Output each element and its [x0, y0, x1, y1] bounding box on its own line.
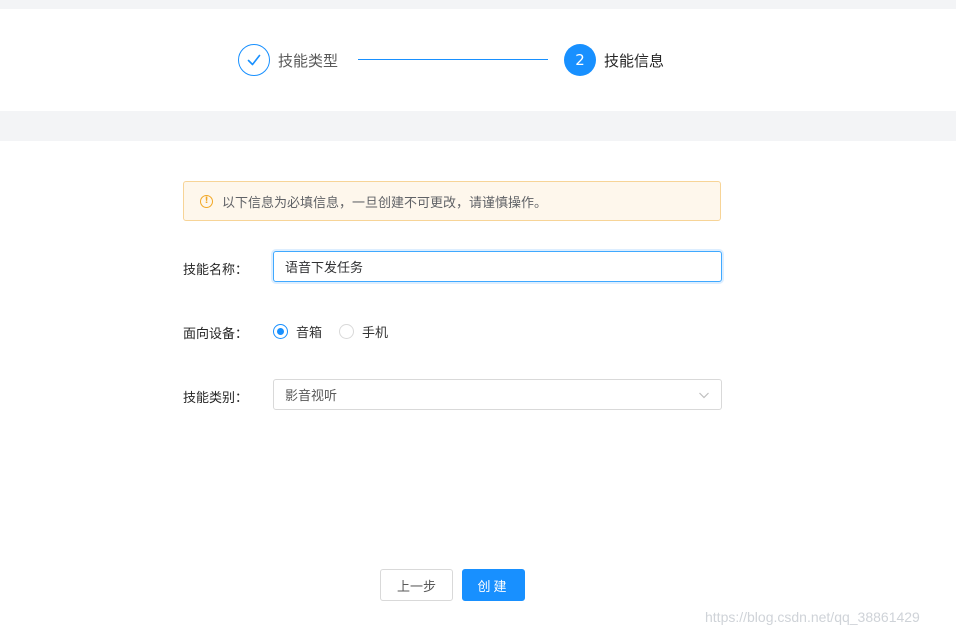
- radio-label: 手机: [362, 326, 389, 341]
- step-skill-info: 2 技能信息: [564, 44, 664, 76]
- skill-name-label: 技能名称：: [183, 263, 249, 278]
- radio-checked-icon[interactable]: [273, 324, 288, 339]
- alert-text: 以下信息为必填信息，一旦创建不可更改，请谨慎操作。: [222, 195, 548, 211]
- step-number-circle: 2: [564, 44, 596, 76]
- step-label: 技能类型: [278, 51, 339, 70]
- radio-unchecked-icon[interactable]: [339, 324, 355, 339]
- watermark-text: https://blog.csdn.net/qq_38861429: [705, 609, 920, 625]
- target-device-label: 面向设备：: [183, 327, 249, 342]
- step-done-circle: [238, 44, 270, 76]
- warning-icon: !: [200, 194, 213, 208]
- skill-category-label: 技能类别：: [183, 391, 249, 406]
- skill-category-select[interactable]: 影音视听: [273, 379, 722, 410]
- check-icon: [247, 54, 261, 66]
- step-label: 技能信息: [604, 51, 665, 70]
- warning-alert: ! 以下信息为必填信息，一旦创建不可更改，请谨慎操作。: [183, 181, 721, 221]
- create-button[interactable]: 创建: [462, 569, 525, 601]
- chevron-down-icon: [699, 392, 709, 398]
- top-background-strip: [0, 0, 956, 9]
- select-value: 影音视听: [285, 389, 338, 404]
- skill-name-input[interactable]: [273, 251, 722, 282]
- steps-panel: [0, 9, 956, 111]
- radio-label: 音箱: [296, 326, 323, 341]
- previous-step-button[interactable]: 上一步: [380, 569, 453, 601]
- radio-speaker[interactable]: 音箱: [273, 322, 322, 341]
- radio-phone[interactable]: 手机: [339, 322, 388, 341]
- step-skill-type: 技能类型: [238, 44, 338, 76]
- step-connector: [358, 59, 548, 60]
- section-divider-strip: [0, 111, 956, 141]
- target-device-radio-group: 音箱 手机: [273, 322, 405, 341]
